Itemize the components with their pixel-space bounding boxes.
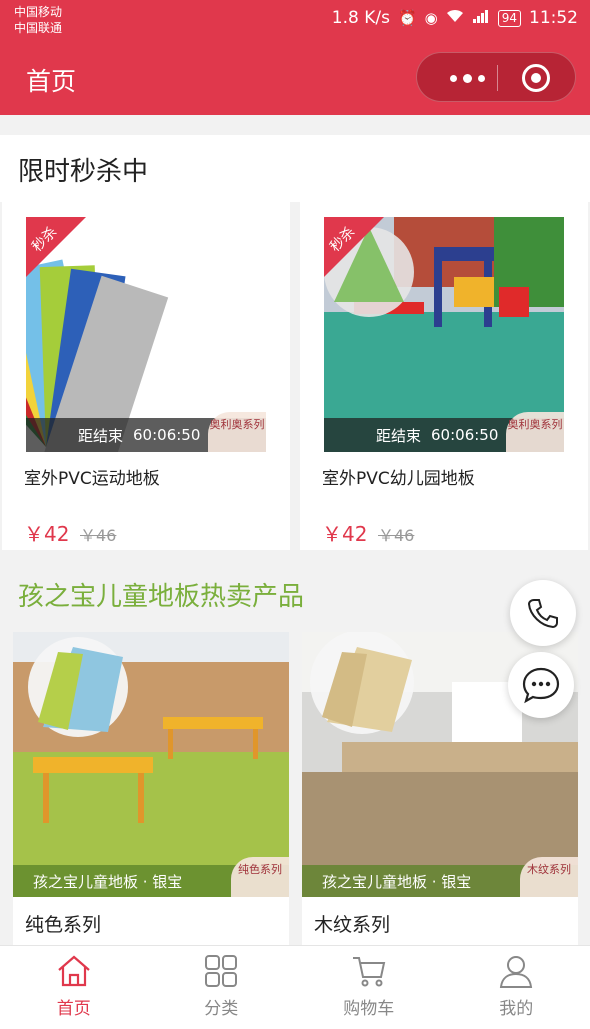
hot-products-section: 孩之宝儿童地板热卖产品 孩之宝儿童地板 · 银宝 纯色系列 纯色系列 孩之宝儿童… bbox=[0, 550, 590, 945]
clock: 11:52 bbox=[529, 8, 578, 28]
series-badge: 木纹系列 bbox=[520, 857, 578, 897]
bottom-tab-bar: 首页 分类 购物车 我的 bbox=[0, 945, 590, 1029]
flash-sale-card[interactable]: 秒杀 距结束 60:06:50 奥利奥系列 室外PVC幼儿园地板 ￥42 ￥46 bbox=[300, 202, 588, 550]
countdown-label: 距结束 bbox=[376, 426, 422, 445]
phone-icon bbox=[527, 599, 558, 629]
product-image[interactable]: 孩之宝儿童地板 · 银宝 纯色系列 bbox=[13, 632, 289, 897]
tab-home[interactable]: 首页 bbox=[0, 946, 148, 1029]
grid-icon bbox=[205, 955, 238, 987]
countdown-label: 距结束 bbox=[78, 426, 124, 445]
flash-sale-ribbon: 秒杀 bbox=[324, 217, 384, 277]
status-indicators: 1.8 K/s ⏰ ◉ 94 11:52 bbox=[332, 8, 578, 28]
battery-indicator: 94 bbox=[497, 9, 521, 27]
product-image[interactable]: 秒杀 距结束 60:06:50 奥利奥系列 bbox=[324, 217, 564, 452]
wifi-icon bbox=[446, 9, 464, 27]
carrier-info: 中国移动 中国联通 bbox=[14, 4, 62, 36]
tab-profile[interactable]: 我的 bbox=[443, 946, 590, 1029]
alarm-icon: ⏰ bbox=[397, 9, 417, 27]
product-name[interactable]: 室外PVC幼儿园地板 bbox=[322, 464, 475, 489]
capsule-divider bbox=[497, 65, 498, 91]
top-bar: 中国移动 中国联通 1.8 K/s ⏰ ◉ 94 11:52 首页 bbox=[0, 0, 590, 115]
product-name[interactable]: 室外PVC运动地板 bbox=[24, 464, 160, 489]
user-icon bbox=[500, 956, 533, 988]
more-button[interactable] bbox=[439, 53, 495, 103]
original-price: ￥46 bbox=[80, 526, 117, 545]
series-badge: 奥利奥系列 bbox=[208, 412, 266, 452]
flash-sale-title: 限时秒杀中 bbox=[18, 157, 149, 187]
countdown-time: 60:06:50 bbox=[133, 426, 201, 444]
product-image[interactable]: 秒杀 距结束 60:06:50 奥利奥系列 bbox=[26, 217, 266, 452]
mini-program-capsule bbox=[416, 52, 576, 102]
status-bar: 中国移动 中国联通 1.8 K/s ⏰ ◉ 94 11:52 bbox=[0, 0, 590, 42]
tab-cart[interactable]: 购物车 bbox=[295, 946, 443, 1029]
flash-sale-list: 秒杀 距结束 60:06:50 奥利奥系列 室外PVC运动地板 ￥42 ￥46 bbox=[0, 202, 590, 550]
product-name[interactable]: 木纹系列 bbox=[314, 910, 390, 937]
chat-bubble-icon bbox=[522, 667, 560, 704]
signal-icon bbox=[472, 9, 490, 27]
home-icon bbox=[58, 955, 90, 987]
phone-call-button[interactable] bbox=[510, 580, 576, 646]
flash-sale-section: 限时秒杀中 秒杀 距结束 60:06:50 奥利奥系列 室外PVC运动地板 ￥4… bbox=[0, 135, 590, 550]
sale-price: ￥42 bbox=[322, 522, 368, 546]
customer-service-button[interactable] bbox=[508, 652, 574, 718]
countdown-time: 60:06:50 bbox=[431, 426, 499, 444]
series-badge: 奥利奥系列 bbox=[506, 412, 564, 452]
page-title: 首页 bbox=[26, 67, 77, 96]
close-target-icon[interactable] bbox=[522, 64, 550, 92]
original-price: ￥46 bbox=[378, 526, 415, 545]
flash-sale-ribbon: 秒杀 bbox=[26, 217, 86, 277]
tab-label: 我的 bbox=[499, 999, 534, 1019]
tab-label: 购物车 bbox=[343, 999, 395, 1019]
sale-price: ￥42 bbox=[24, 522, 70, 546]
hot-products-title: 孩之宝儿童地板热卖产品 bbox=[18, 582, 305, 612]
carrier-1: 中国移动 bbox=[14, 5, 63, 19]
tab-label: 分类 bbox=[204, 999, 239, 1019]
tab-category[interactable]: 分类 bbox=[148, 946, 296, 1029]
tab-label: 首页 bbox=[56, 999, 91, 1019]
network-speed: 1.8 K/s bbox=[331, 8, 390, 28]
product-name[interactable]: 纯色系列 bbox=[25, 910, 101, 937]
product-card[interactable]: 孩之宝儿童地板 · 银宝 纯色系列 纯色系列 bbox=[13, 632, 289, 945]
series-badge: 纯色系列 bbox=[231, 857, 289, 897]
cart-icon bbox=[352, 957, 385, 987]
eye-icon: ◉ bbox=[424, 9, 438, 27]
carrier-2: 中国联通 bbox=[14, 21, 63, 35]
flash-sale-card[interactable]: 秒杀 距结束 60:06:50 奥利奥系列 室外PVC运动地板 ￥42 ￥46 bbox=[2, 202, 290, 550]
